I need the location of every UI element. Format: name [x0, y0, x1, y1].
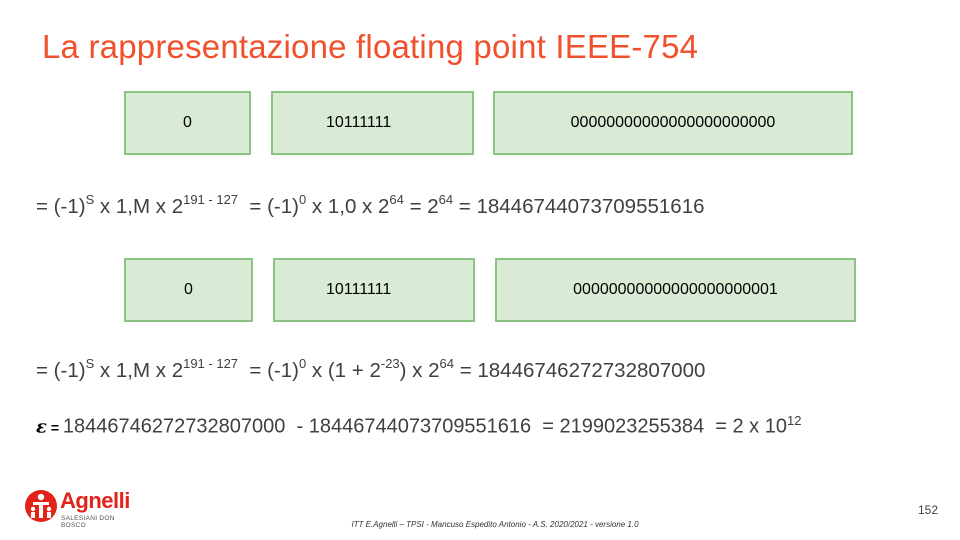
mantissa-box: 00000000000000000000000: [493, 91, 853, 155]
exponent-box: 10111111: [271, 91, 474, 155]
logo-icon: [25, 490, 57, 522]
epsilon-symbol: ε: [36, 416, 47, 438]
footer-text: ITT E.Agnelli – TPSI - Mancuso Espedito …: [351, 520, 639, 529]
equation-1: = (-1)S x 1,M x 2191 - 127 = (-1)0 x 1,0…: [36, 192, 705, 218]
sign-bit-box-2: 0: [124, 258, 253, 322]
exponent-box-2: 10111111: [273, 258, 475, 322]
equation-2: = (-1)S x 1,M x 2191 - 127 = (-1)0 x (1 …: [36, 356, 706, 382]
mantissa-box-2: 00000000000000000000001: [495, 258, 856, 322]
logo-name: Agnelli: [60, 488, 130, 513]
page-number: 152: [917, 503, 938, 517]
epsilon-equation: ε = 18446746272732807000 - 1844674407370…: [36, 413, 802, 438]
slide-title: La rappresentazione floating point IEEE-…: [42, 28, 699, 65]
sign-bit-box: 0: [124, 91, 251, 155]
